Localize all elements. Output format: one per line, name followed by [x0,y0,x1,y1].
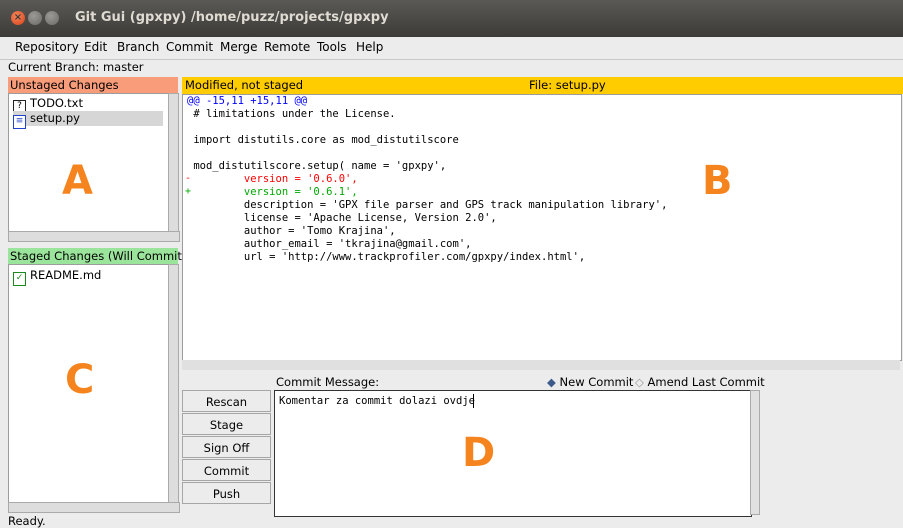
radio-unselected-icon: ◇ [635,375,644,389]
push-button[interactable]: Push [182,482,271,504]
diff-view[interactable]: - + @@ -15,11 +15,11 @@ # limitations un… [182,94,902,361]
commit-message-input[interactable]: Komentar za commit dolazi ovdje [274,390,752,517]
check-icon: ✓ [13,272,26,286]
current-branch: Current Branch: master [8,60,144,74]
file-name: setup.py [30,111,80,125]
diff-line: # limitations under the License. [187,108,396,120]
diff-status: Modified, not staged [185,78,304,92]
menu-bar: Repository Edit Branch Commit Merge Remo… [0,37,903,60]
diff-file-label: File: setup.py [529,78,606,92]
file-name: README.md [30,268,102,282]
menu-edit[interactable]: Edit [84,40,107,54]
diff-line: description = 'GPX file parser and GPS t… [187,199,668,211]
annotation-b: B [702,158,733,204]
list-item[interactable]: ≡ setup.py [13,111,163,129]
annotation-a: A [62,158,93,204]
menu-branch[interactable]: Branch [117,40,159,54]
list-item[interactable]: ? TODO.txt [13,96,83,114]
unstaged-horizontal-scrollbar[interactable] [8,231,180,242]
amend-commit-label: Amend Last Commit [647,375,765,389]
menu-help[interactable]: Help [356,40,383,54]
title-bar: × Git Gui (gpxpy) /home/puzz/projects/gp… [0,0,903,37]
modified-file-icon: ≡ [13,115,26,129]
menu-merge[interactable]: Merge [220,40,257,54]
unstaged-vertical-scrollbar[interactable] [168,93,179,233]
diff-line-added: version = '0.6.1', [187,186,358,198]
list-item[interactable]: ✓ README.md [13,268,102,286]
staged-header: Staged Changes (Will Commit) [8,248,187,264]
diff-line: author_email = 'tkrajina@gmail.com', [187,238,472,250]
rescan-button[interactable]: Rescan [182,390,271,412]
commit-button[interactable]: Commit [182,459,271,481]
diff-header: Modified, not staged File: setup.py [182,77,903,94]
menu-remote[interactable]: Remote [264,40,310,54]
diff-line: author = 'Tomo Krajina', [187,225,396,237]
commit-message-text: Komentar za commit dolazi ovdje [279,395,475,407]
maximize-window-button[interactable] [45,11,59,25]
unstaged-header: Unstaged Changes [8,77,178,93]
radio-selected-icon: ◆ [547,375,556,389]
diff-hunk-header: @@ -15,11 +15,11 @@ [187,95,308,107]
commit-message-label: Commit Message: [276,375,380,389]
menu-commit[interactable]: Commit [166,40,213,54]
text-caret [473,394,474,408]
new-commit-radio[interactable]: ◆ New Commit [547,375,633,389]
sign-off-button[interactable]: Sign Off [182,436,271,458]
amend-commit-radio[interactable]: ◇ Amend Last Commit [635,375,765,389]
staged-horizontal-scrollbar[interactable] [8,502,180,513]
diff-line: url = 'http://www.trackprofiler.com/gpxp… [187,251,586,263]
annotation-c: C [65,357,95,403]
close-window-button[interactable]: × [11,11,25,25]
file-name: TODO.txt [30,96,83,110]
menu-repository[interactable]: Repository [15,40,79,54]
new-commit-label: New Commit [559,375,634,389]
commit-message-scrollbar[interactable] [750,390,760,515]
pane-divider[interactable] [182,360,900,370]
diff-line: license = 'Apache License, Version 2.0', [187,212,497,224]
diff-line: import distutils.core as mod_distutilsco… [187,134,459,146]
diff-line-deleted: version = '0.6.0', [187,173,358,185]
menu-tools[interactable]: Tools [317,40,347,54]
close-icon: × [13,12,23,23]
minimize-window-button[interactable] [28,11,42,25]
window-title: Git Gui (gpxpy) /home/puzz/projects/gpxp… [75,10,389,25]
diff-line: mod_distutilscore.setup( name = 'gpxpy', [187,160,447,172]
annotation-d: D [462,430,496,476]
stage-changed-button[interactable]: Stage Changed [182,413,271,454]
staged-vertical-scrollbar[interactable] [168,264,179,504]
